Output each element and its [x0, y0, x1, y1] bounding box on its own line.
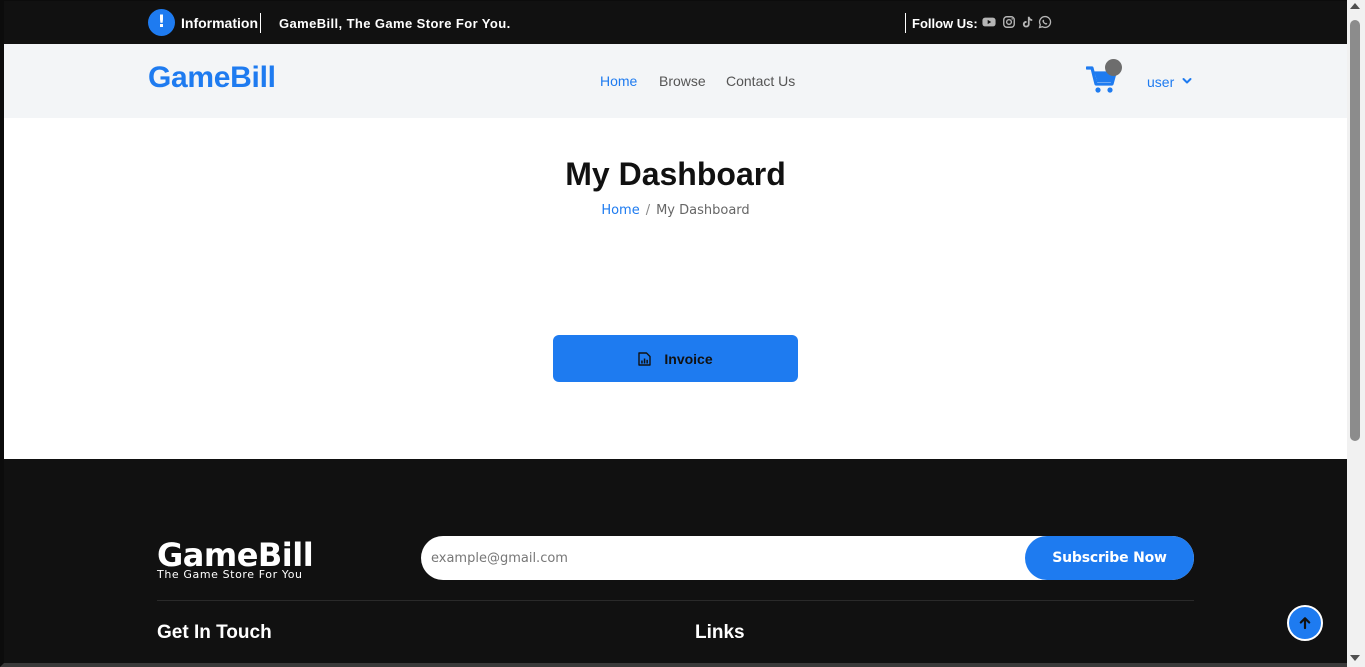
invoice-button-label: Invoice [664, 350, 713, 367]
footer-divider [157, 600, 1194, 601]
breadcrumb-current: My Dashboard [656, 203, 750, 218]
newsletter-form: Subscribe Now [421, 536, 1194, 580]
top-info-bar: ! Information GameBill, The Game Store F… [4, 1, 1351, 44]
subscribe-button[interactable]: Subscribe Now [1025, 536, 1194, 580]
breadcrumb-home-link[interactable]: Home [601, 203, 639, 218]
info-text: GameBill, The Game Store For You. [279, 16, 511, 31]
follow-label: Follow Us: [912, 16, 978, 31]
info-label: Information [181, 15, 258, 31]
scrollbar-thumb[interactable] [1350, 20, 1360, 441]
browser-viewport: ! Information GameBill, The Game Store F… [0, 0, 1365, 667]
cart-count-badge [1105, 59, 1122, 76]
invoice-button[interactable]: Invoice [553, 335, 798, 382]
info-divider [260, 13, 261, 33]
footer-heading-get-in-touch: Get In Touch [157, 622, 272, 643]
footer-heading-links: Links [695, 622, 745, 643]
scroll-up-arrow-icon[interactable] [1350, 3, 1360, 9]
back-to-top-button[interactable] [1287, 605, 1323, 641]
breadcrumb-separator: / [645, 203, 651, 218]
youtube-icon[interactable] [982, 15, 996, 29]
footer-tagline: The Game Store For You [157, 568, 303, 581]
chevron-down-icon[interactable] [1182, 76, 1192, 86]
brand-logo[interactable]: GameBill [148, 61, 276, 95]
main-navbar: GameBill Home Browse Contact Us user [4, 44, 1351, 118]
user-menu-button[interactable]: user [1147, 74, 1174, 90]
nav-link-contact-us[interactable]: Contact Us [726, 73, 795, 89]
whatsapp-icon[interactable] [1038, 15, 1052, 29]
scroll-down-arrow-icon[interactable] [1350, 655, 1360, 661]
page-title: My Dashboard [565, 156, 786, 192]
newsletter-email-input[interactable] [421, 536, 1025, 580]
tiktok-icon[interactable] [1020, 15, 1034, 29]
breadcrumb: Home / My Dashboard [4, 203, 1347, 218]
instagram-icon[interactable] [1002, 15, 1016, 29]
info-icon: ! [148, 9, 175, 36]
arrow-up-icon [1299, 617, 1311, 630]
site-footer: GameBill The Game Store For You Subscrib… [4, 459, 1351, 663]
follow-divider [905, 13, 906, 33]
invoice-icon [638, 351, 652, 366]
nav-link-home[interactable]: Home [600, 73, 637, 89]
nav-link-browse[interactable]: Browse [659, 73, 706, 89]
